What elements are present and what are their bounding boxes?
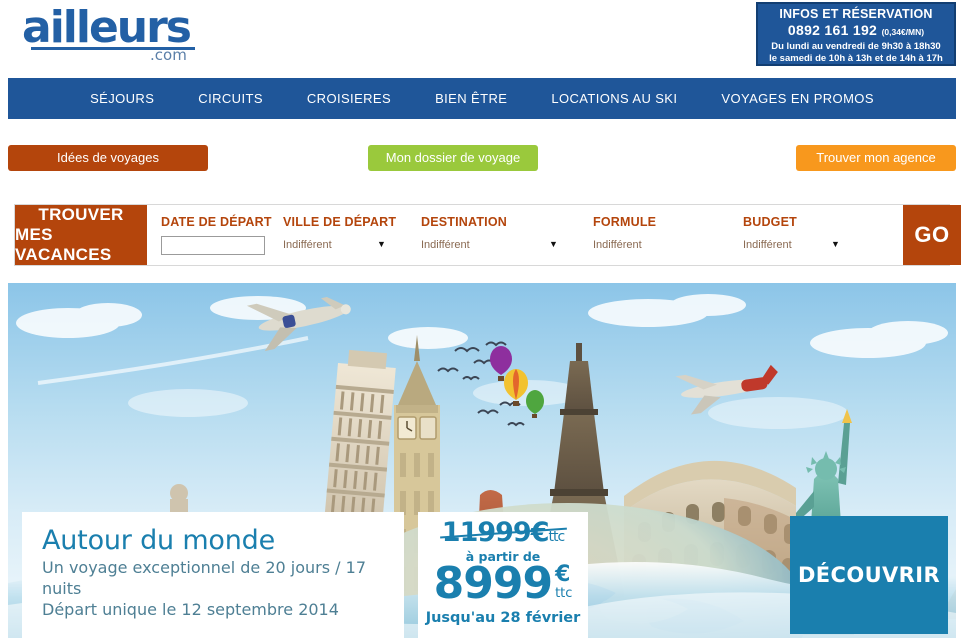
ville-de-depart-value: Indifférent	[283, 238, 332, 251]
nav-item-circuits[interactable]: CIRCUITS	[176, 78, 285, 119]
promo-deadline: Jusqu'au 28 février	[425, 610, 581, 626]
search-form: TROUVER MES VACANCES DATE DE DÉPART VILL…	[14, 204, 961, 266]
chevron-down-icon: ▼	[831, 239, 840, 249]
promo-subtitle-departure: Départ unique le 12 septembre 2014	[42, 600, 339, 619]
promo-subtitle-duration: Un voyage exceptionnel de 20 jours / 17 …	[42, 558, 367, 598]
promo-title: Autour du monde	[42, 525, 275, 556]
destination-select[interactable]: Indifférent ▼	[421, 235, 593, 254]
formule-value: Indifférent	[593, 238, 642, 251]
formule-select[interactable]: Indifférent	[593, 235, 743, 254]
nav-item-croisieres[interactable]: CROISIERES	[285, 78, 413, 119]
label-destination: DESTINATION	[421, 215, 507, 229]
promo-price-panel: 11999€ttc à partir de 8999 € ttc Jusqu'a…	[418, 512, 588, 638]
search-go-button[interactable]: GO	[903, 205, 961, 265]
search-title-line-2: MES VACANCES	[15, 225, 112, 264]
field-destination: DESTINATION Indifférent ▼	[421, 205, 593, 265]
quick-button-row: Idées de voyages Mon dossier de voyage T…	[0, 145, 964, 177]
new-price-amount: 8999	[433, 558, 553, 609]
budget-select[interactable]: Indifférent ▼	[743, 235, 903, 254]
budget-value: Indifférent	[743, 238, 792, 251]
old-price-ttc: ttc	[548, 529, 566, 545]
field-formule: FORMULE Indifférent	[593, 205, 743, 265]
label-ville-de-depart: VILLE DE DÉPART	[283, 215, 397, 229]
search-form-title: TROUVER MES VACANCES	[15, 205, 147, 265]
contact-tariff: (0,34€/MN)	[881, 27, 925, 37]
new-price-unit: € ttc	[555, 562, 573, 601]
field-date-de-depart: DATE DE DÉPART	[161, 205, 283, 265]
search-fields: DATE DE DÉPART VILLE DE DÉPART Indiffére…	[147, 205, 903, 265]
promo-text-panel: Autour du monde Un voyage exceptionnel d…	[22, 512, 404, 638]
field-budget: BUDGET Indifférent ▼	[743, 205, 903, 265]
decouvrir-button[interactable]: DÉCOUVRIR	[790, 516, 948, 634]
idees-de-voyages-button[interactable]: Idées de voyages	[8, 145, 208, 171]
new-price-ttc: ttc	[555, 586, 573, 601]
promo-new-price: 8999 € ttc	[418, 558, 588, 609]
nav-item-voyages-en-promos[interactable]: VOYAGES EN PROMOS	[699, 78, 895, 119]
date-de-depart-input[interactable]	[161, 235, 265, 255]
mon-dossier-button[interactable]: Mon dossier de voyage	[368, 145, 538, 171]
promo-old-price: 11999€ttc	[439, 517, 568, 552]
new-price-currency: €	[555, 562, 571, 587]
label-formule: FORMULE	[593, 215, 657, 229]
contact-hours-saturday: le samedi de 10h à 13h et de 14h à 17h	[769, 53, 943, 64]
contact-hours-weekday: Du lundi au vendredi de 9h30 à 18h30	[771, 41, 941, 52]
contact-phone-number: 0892 161 192	[787, 22, 878, 38]
ville-de-depart-select[interactable]: Indifférent ▼	[283, 235, 421, 254]
destination-value: Indifférent	[421, 238, 470, 251]
logo-wordmark: ailleurs	[22, 2, 192, 53]
main-navigation: SÉJOURS CIRCUITS CROISIERES BIEN ÊTRE LO…	[8, 78, 956, 119]
contact-phone-line: 0892 161 192 (0,34€/MN)	[758, 22, 954, 41]
label-date-de-depart: DATE DE DÉPART	[161, 215, 272, 229]
trouver-mon-agence-button[interactable]: Trouver mon agence	[796, 145, 956, 171]
chevron-down-icon: ▼	[549, 239, 558, 249]
site-header: ailleurs .com INFOS ET RÉSERVATION 0892 …	[0, 0, 964, 76]
label-budget: BUDGET	[743, 215, 797, 229]
contact-info-box: INFOS ET RÉSERVATION 0892 161 192 (0,34€…	[756, 2, 956, 66]
site-logo[interactable]: ailleurs .com	[22, 2, 212, 64]
old-price-currency: €	[530, 517, 550, 548]
contact-title: INFOS ET RÉSERVATION	[779, 7, 933, 21]
nav-item-sejours[interactable]: SÉJOURS	[68, 78, 176, 119]
page-root: ailleurs .com INFOS ET RÉSERVATION 0892 …	[0, 0, 964, 638]
search-title-line-1: TROUVER	[38, 205, 124, 224]
chevron-down-icon: ▼	[377, 239, 386, 249]
logo-tld: .com	[150, 46, 187, 64]
nav-item-locations-au-ski[interactable]: LOCATIONS AU SKI	[529, 78, 699, 119]
field-ville-de-depart: VILLE DE DÉPART Indifférent ▼	[283, 205, 421, 265]
nav-item-bien-etre[interactable]: BIEN ÊTRE	[413, 78, 529, 119]
